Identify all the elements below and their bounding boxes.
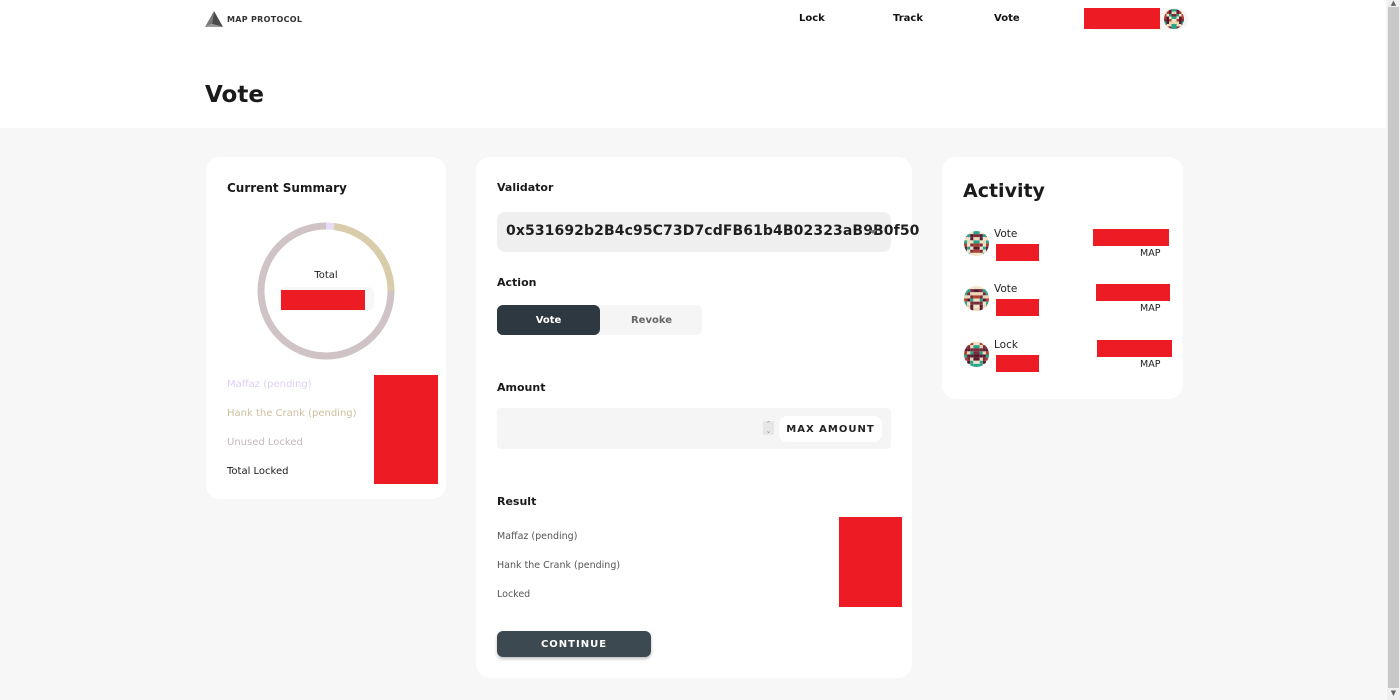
action-vote-button[interactable]: Vote	[497, 305, 600, 335]
activity-subtext-redacted	[996, 355, 1039, 372]
activity-subtext-redacted	[996, 299, 1039, 316]
result-label: Result	[497, 495, 537, 508]
scroll-up-icon[interactable]: ▲	[1387, 0, 1400, 7]
activity-item[interactable]: Lock MAP	[942, 339, 1183, 384]
legend-item-hank: Hank the Crank (pending)	[227, 408, 357, 419]
activity-unit: MAP	[1140, 303, 1161, 314]
action-label: Action	[497, 276, 537, 289]
activity-avatar	[964, 231, 989, 256]
result-item-maffaz: Maffaz (pending)	[497, 531, 578, 542]
logo-text: MAP PROTOCOL	[227, 15, 303, 24]
activity-unit: MAP	[1140, 359, 1161, 370]
scroll-thumb[interactable]	[1388, 7, 1399, 688]
result-values-redacted	[839, 517, 902, 607]
activity-type: Lock	[994, 339, 1018, 351]
continue-button[interactable]: CONTINUE	[497, 631, 651, 657]
activity-title: Activity	[963, 180, 1045, 202]
amount-label: Amount	[497, 381, 546, 394]
action-toggle: Vote Revoke	[497, 305, 702, 335]
top-header: MAP PROTOCOL Lock Track Vote Vote	[0, 0, 1386, 128]
activity-avatar	[964, 286, 989, 311]
activity-item[interactable]: Vote MAP	[942, 283, 1183, 328]
activity-amount-redacted	[1096, 284, 1170, 301]
legend-item-maffaz: Maffaz (pending)	[227, 379, 312, 390]
logo[interactable]: MAP PROTOCOL	[205, 11, 302, 28]
identicon-icon	[964, 286, 989, 311]
activity-item[interactable]: Vote MAP	[942, 228, 1183, 273]
validator-value: 0x531692b2B4c95C73D7cdFB61b4B02323aB9B0f…	[506, 223, 920, 239]
nav-vote[interactable]: Vote	[994, 13, 1020, 24]
page-scrollbar[interactable]: ▲ ▼	[1387, 0, 1400, 700]
map-protocol-logo-icon	[205, 11, 223, 27]
summary-title: Current Summary	[227, 181, 347, 195]
action-revoke-button[interactable]: Revoke	[600, 305, 703, 335]
identicon-icon	[964, 231, 989, 256]
identicon-icon	[964, 342, 989, 367]
caret-down-icon	[869, 230, 877, 234]
activity-type: Vote	[994, 283, 1018, 295]
scroll-down-icon[interactable]: ▼	[1387, 690, 1400, 697]
activity-subtext-redacted	[996, 244, 1039, 261]
activity-unit: MAP	[1140, 248, 1161, 259]
amount-input[interactable]	[497, 408, 777, 449]
legend-item-unused-locked: Unused Locked	[227, 437, 303, 448]
page-title: Vote	[205, 82, 264, 108]
donut-center-label: Total	[314, 270, 338, 281]
activity-type: Vote	[994, 228, 1018, 240]
legend-values-redacted	[374, 375, 438, 484]
wallet-avatar[interactable]	[1164, 9, 1184, 29]
nav-lock[interactable]: Lock	[799, 13, 825, 24]
max-amount-button[interactable]: MAX AMOUNT	[779, 416, 882, 442]
summary-card: Current Summary Total Maffaz (pending) H…	[206, 157, 446, 499]
activity-amount-redacted	[1093, 229, 1169, 246]
donut-center-value-redacted	[281, 290, 365, 310]
wallet-address-redacted	[1084, 8, 1160, 29]
validator-select[interactable]: 0x531692b2B4c95C73D7cdFB61b4B02323aB9B0f…	[497, 212, 919, 252]
activity-avatar	[964, 342, 989, 367]
identicon-icon	[1164, 9, 1184, 29]
donut-segment-1	[333, 223, 395, 292]
amount-field: ⌃ ⌄ MAX AMOUNT	[497, 408, 891, 449]
result-item-locked: Locked	[497, 589, 531, 600]
legend-item-total-locked: Total Locked	[227, 466, 289, 477]
validator-label: Validator	[497, 181, 554, 194]
activity-card: Activity Vote MAP Vote MAP Lock MAP	[942, 157, 1183, 399]
donut-segment-0	[325, 222, 335, 230]
activity-amount-redacted	[1097, 340, 1172, 357]
number-spinner-icon[interactable]: ⌃ ⌄	[763, 421, 774, 435]
vote-form-card: Validator 0x531692b2B4c95C73D7cdFB61b4B0…	[476, 157, 919, 678]
result-item-hank: Hank the Crank (pending)	[497, 560, 621, 571]
nav-track[interactable]: Track	[893, 13, 923, 24]
